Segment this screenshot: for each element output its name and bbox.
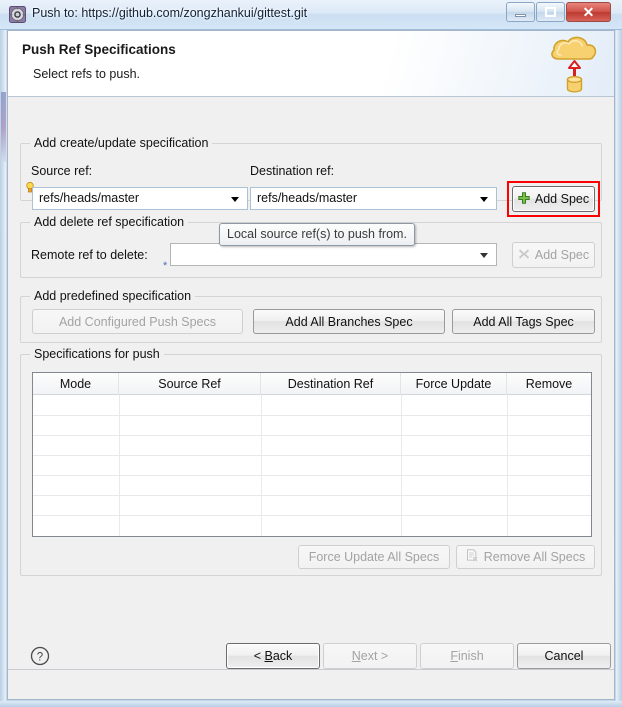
cancel-button-label: Cancel (544, 649, 584, 663)
remove-all-specs-button[interactable]: Remove All Specs (456, 545, 595, 569)
table-row (33, 515, 591, 516)
destination-ref-value: refs/heads/master (257, 191, 358, 205)
source-ref-combo[interactable]: refs/heads/master (32, 187, 248, 210)
table-row (33, 475, 591, 476)
cancel-button[interactable]: Cancel (517, 643, 611, 669)
source-ref-value: refs/heads/master (39, 191, 140, 205)
x-mark-icon (518, 248, 530, 263)
chevron-down-icon (480, 253, 488, 258)
minimize-icon (507, 3, 534, 21)
back-button-label: < Back (253, 649, 293, 663)
source-ref-tooltip: Local source ref(s) to push from. (219, 223, 415, 246)
remote-ref-delete-combo[interactable] (170, 243, 497, 266)
remote-ref-delete-label: Remote ref to delete: (31, 248, 148, 262)
force-update-all-specs-button[interactable]: Force Update All Specs (298, 545, 450, 569)
table-row (33, 495, 591, 496)
finish-button-label: Finish (450, 649, 484, 663)
dialog-content: Add create/update specification Source r… (8, 98, 614, 669)
next-button-label: Next > (351, 649, 389, 663)
maximize-icon (537, 3, 564, 21)
group-legend-create-update: Add create/update specification (30, 136, 213, 150)
group-legend-delete-ref: Add delete ref specification (30, 215, 189, 229)
window-title: Push to: https://github.com/zongzhankui/… (32, 6, 308, 20)
table-header-row: Mode Source Ref Destination Ref Force Up… (33, 373, 591, 395)
destination-ref-label: Destination ref: (250, 164, 335, 178)
dialog-body: Push Ref Specifications Select refs to p… (7, 30, 615, 700)
source-ref-label: Source ref: (31, 164, 93, 178)
column-header-source-ref[interactable]: Source Ref (119, 373, 261, 395)
add-all-branches-spec-button[interactable]: Add All Branches Spec (253, 309, 445, 334)
help-icon[interactable]: ? (30, 646, 50, 666)
window-frame-right (616, 0, 622, 707)
add-spec-create-update-button[interactable]: Add Spec (512, 186, 595, 212)
add-all-tags-spec-label: Add All Tags Spec (473, 314, 574, 329)
force-update-all-specs-label: Force Update All Specs (308, 550, 440, 564)
column-header-remove[interactable]: Remove (507, 373, 591, 395)
maximize-button[interactable] (536, 2, 565, 22)
table-row (33, 435, 591, 436)
add-configured-push-specs-button[interactable]: Add Configured Push Specs (32, 309, 243, 334)
cloud-push-graphic-icon (542, 33, 606, 95)
plus-icon (518, 191, 530, 207)
remove-document-icon (466, 549, 479, 565)
wizard-footer: ? < Back Next > Finish Cancel (8, 643, 614, 699)
chevron-down-icon (231, 197, 239, 202)
window-frame-bottom (0, 701, 622, 707)
chevron-down-icon (480, 197, 488, 202)
title-bar[interactable]: Push to: https://github.com/zongzhankui/… (0, 0, 622, 30)
column-header-force-update[interactable]: Force Update (401, 373, 507, 395)
add-all-branches-spec-label: Add All Branches Spec (285, 314, 413, 329)
add-spec-create-update-label: Add Spec (534, 192, 590, 206)
column-header-mode[interactable]: Mode (33, 373, 119, 395)
svg-text:?: ? (37, 651, 43, 663)
add-all-tags-spec-button[interactable]: Add All Tags Spec (452, 309, 595, 334)
add-configured-push-specs-label: Add Configured Push Specs (58, 314, 217, 329)
push-dialog-window: Push to: https://github.com/zongzhankui/… (0, 0, 622, 707)
specifications-table[interactable]: Mode Source Ref Destination Ref Force Up… (32, 372, 592, 537)
column-header-destination-ref[interactable]: Destination Ref (261, 373, 401, 395)
page-subtitle: Select refs to push. (33, 67, 141, 81)
wizard-banner: Push Ref Specifications Select refs to p… (8, 31, 614, 97)
finish-button[interactable]: Finish (420, 643, 514, 669)
group-legend-predefined: Add predefined specification (30, 289, 196, 303)
destination-ref-combo[interactable]: refs/heads/master (250, 187, 497, 210)
required-field-decorator-icon: * (163, 260, 168, 272)
tooltip-text: Local source ref(s) to push from. (227, 227, 407, 241)
close-icon: ✕ (582, 3, 595, 20)
table-row (33, 415, 591, 416)
add-spec-delete-button[interactable]: Add Spec (512, 242, 595, 268)
add-spec-delete-label: Add Spec (534, 248, 590, 262)
group-legend-specifications: Specifications for push (30, 347, 164, 361)
table-row (33, 455, 591, 456)
minimize-button[interactable] (506, 2, 535, 22)
page-title: Push Ref Specifications (22, 42, 176, 57)
close-button[interactable]: ✕ (566, 2, 611, 22)
next-button[interactable]: Next > (323, 643, 417, 669)
back-button[interactable]: < Back (226, 643, 320, 669)
push-gear-icon (9, 6, 26, 23)
remove-all-specs-label: Remove All Specs (483, 550, 586, 564)
window-edge-accent (1, 92, 6, 162)
